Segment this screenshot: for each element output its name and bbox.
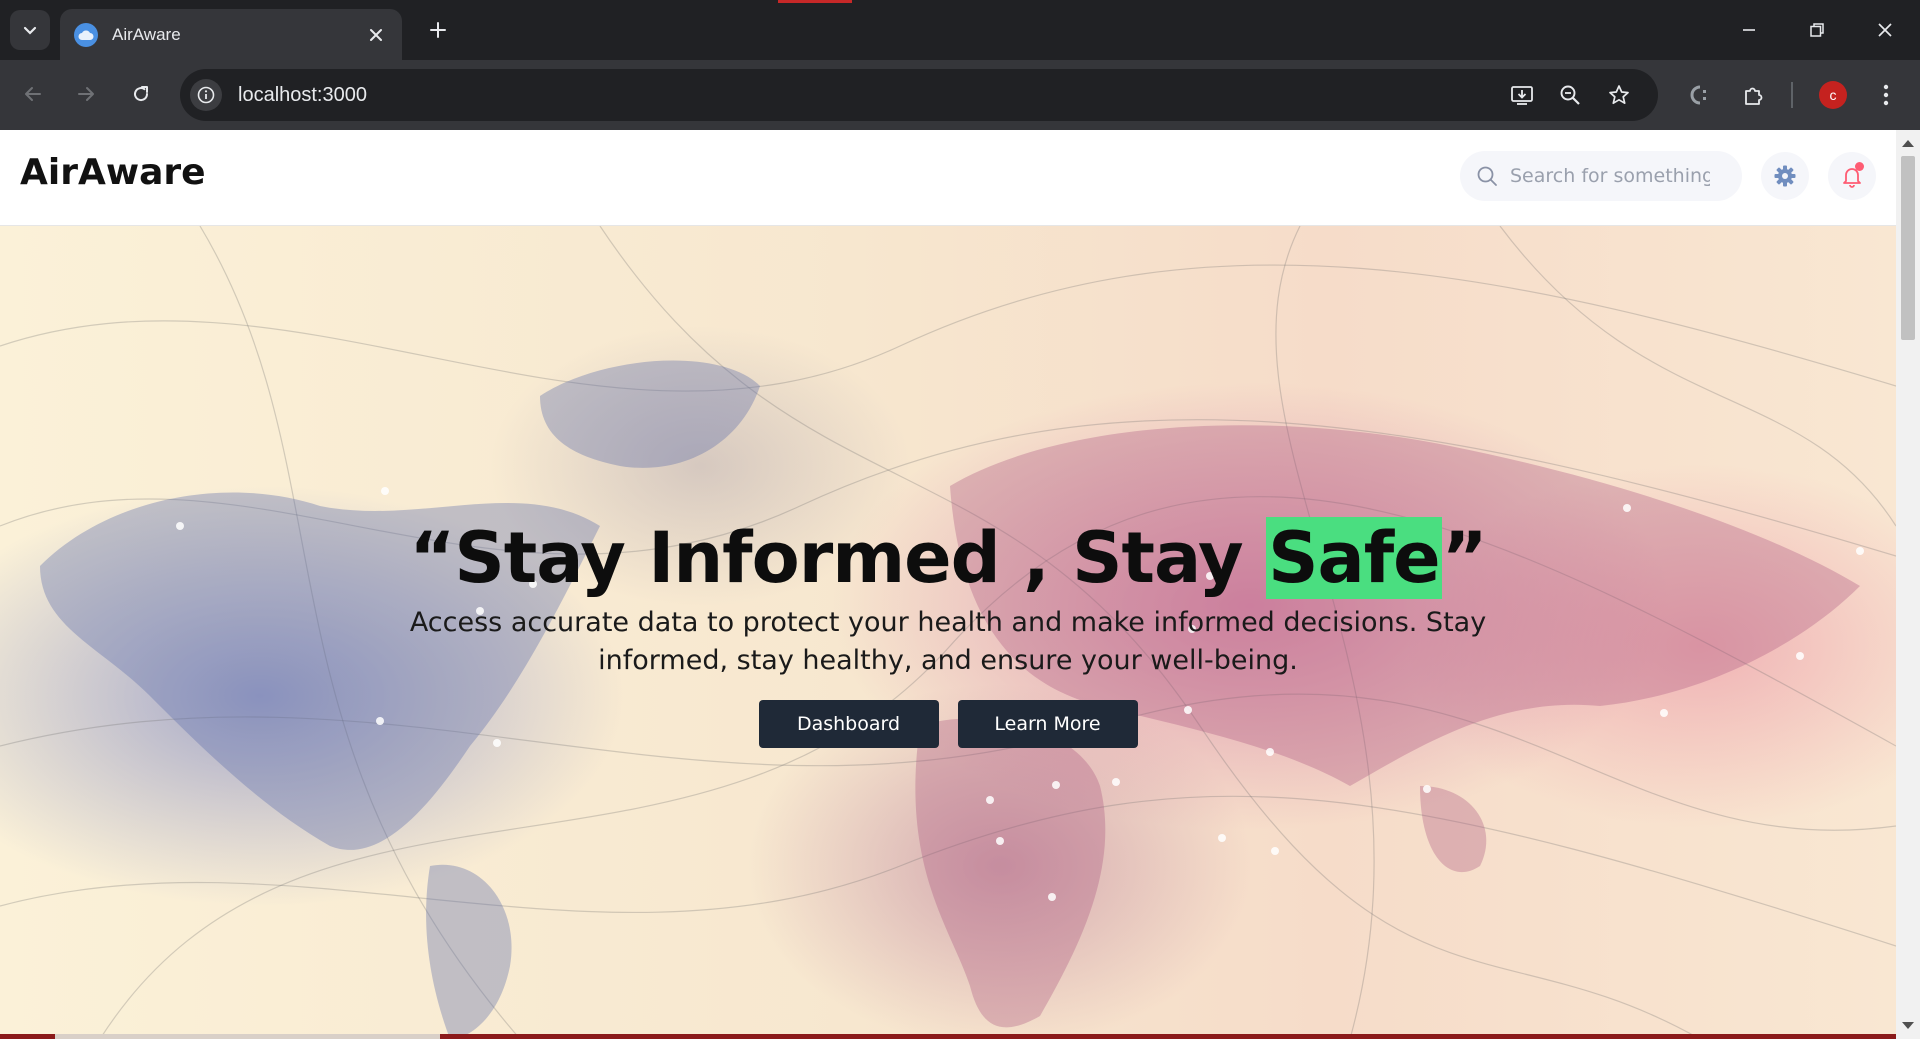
page-viewport: AirAware Search for something.. “Stay In…	[0, 130, 1896, 1039]
site-info-icon[interactable]	[190, 79, 222, 111]
recording-indicator	[778, 0, 852, 3]
zoom-out-icon[interactable]	[1554, 79, 1586, 111]
arrow-right-icon	[78, 87, 94, 101]
settings-button[interactable]	[1761, 152, 1809, 200]
arrow-left-icon	[25, 87, 41, 101]
gear-icon	[1774, 165, 1796, 187]
scroll-down-arrow-icon[interactable]	[1902, 1022, 1914, 1029]
notification-dot	[1855, 162, 1864, 171]
hero-actions: Dashboard Learn More	[0, 700, 1896, 748]
chevron-down-icon	[23, 26, 37, 35]
brand-logo[interactable]: AirAware	[20, 152, 206, 193]
headline-text: “Stay Informed , Stay	[409, 517, 1267, 599]
scroll-thumb[interactable]	[1901, 156, 1915, 340]
hero-subtitle: Access accurate data to protect your hea…	[409, 607, 1487, 676]
profile-avatar[interactable]: c	[1819, 81, 1847, 109]
scroll-up-arrow-icon[interactable]	[1902, 140, 1914, 147]
cloud-favicon-icon	[74, 22, 98, 47]
search-input[interactable]	[1510, 165, 1710, 187]
reload-button[interactable]	[121, 74, 161, 114]
minimize-button[interactable]	[1714, 0, 1784, 60]
extensions-puzzle-icon[interactable]	[1734, 75, 1774, 115]
headline-close-quote: ”	[1441, 517, 1488, 599]
new-tab-button[interactable]	[418, 12, 458, 48]
back-button[interactable]	[13, 74, 53, 114]
bottom-edge-bar-highlight	[55, 1034, 440, 1039]
headline-highlight: Safe	[1266, 517, 1442, 599]
hero-section: “Stay Informed , Stay Safe” Access accur…	[0, 226, 1896, 1039]
hero-content: “Stay Informed , Stay Safe” Access accur…	[0, 516, 1896, 748]
app-header: AirAware	[0, 130, 1896, 226]
close-window-button[interactable]	[1850, 0, 1920, 60]
tab-search-button[interactable]	[10, 10, 50, 50]
kebab-menu-icon[interactable]	[1866, 75, 1906, 115]
minimize-icon	[1743, 29, 1755, 31]
forward-button[interactable]	[66, 74, 106, 114]
plus-icon	[430, 22, 446, 38]
reload-icon	[134, 86, 149, 102]
tab-close-icon[interactable]	[364, 23, 388, 47]
dashboard-button[interactable]: Dashboard	[758, 700, 939, 748]
extension-c-icon[interactable]	[1678, 75, 1718, 115]
close-icon	[1878, 23, 1892, 37]
bookmark-star-icon[interactable]	[1603, 79, 1635, 111]
browser-toolbar: localhost:3000 c	[0, 60, 1920, 130]
address-bar[interactable]: localhost:3000	[180, 69, 1658, 121]
toolbar-separator	[1791, 82, 1793, 108]
url-text: localhost:3000	[238, 83, 367, 106]
search-box[interactable]	[1460, 151, 1742, 201]
tab-title: AirAware	[112, 24, 181, 44]
notifications-button[interactable]	[1828, 152, 1876, 200]
search-icon	[1477, 166, 1497, 186]
restore-icon	[1810, 23, 1824, 37]
hero-headline: “Stay Informed , Stay Safe”	[0, 516, 1896, 600]
install-app-icon[interactable]	[1506, 79, 1538, 111]
restore-button[interactable]	[1782, 0, 1852, 60]
browser-tab-active[interactable]: AirAware	[60, 9, 402, 60]
browser-tabstrip: AirAware	[0, 0, 1920, 60]
vertical-scrollbar[interactable]	[1896, 130, 1920, 1039]
learn-more-button[interactable]: Learn More	[957, 700, 1138, 748]
